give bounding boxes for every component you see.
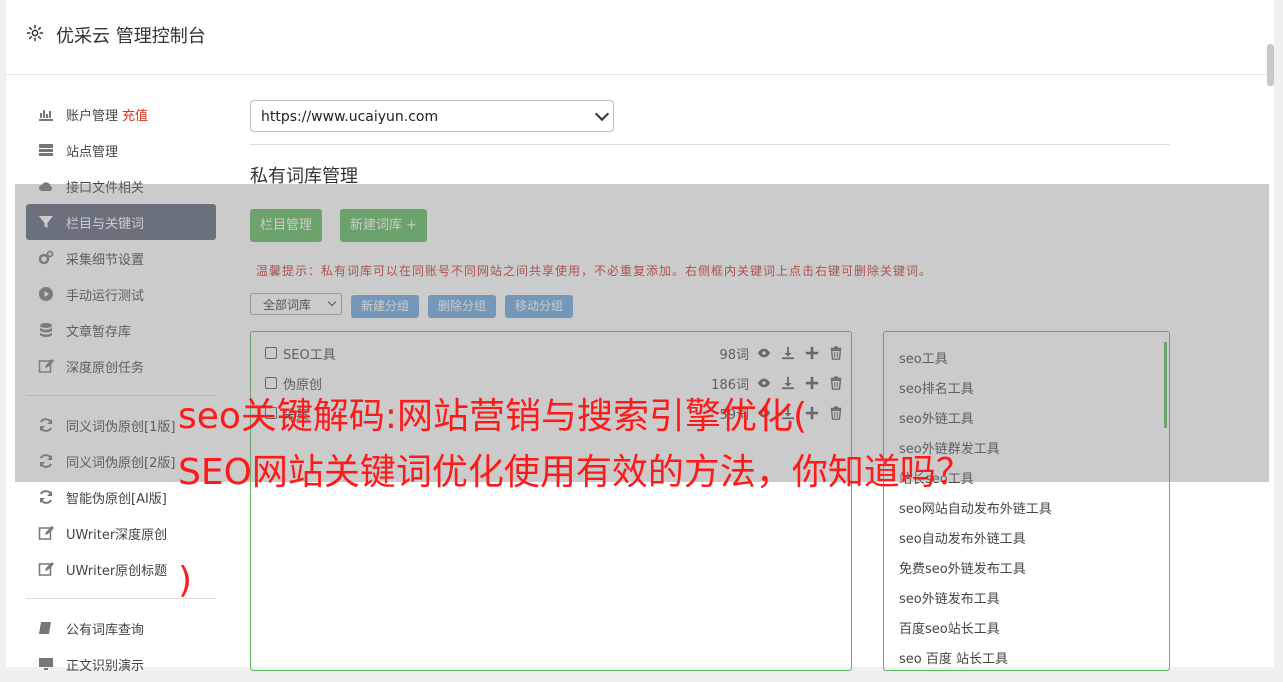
bar-chart-icon	[38, 106, 54, 122]
headline-line-3: )	[178, 560, 193, 601]
sidebar-item-label: 账户管理	[66, 108, 119, 124]
sidebar-item[interactable]: 账户管理 充值	[26, 96, 216, 132]
sidebar-item-label: 正文识别演示	[66, 658, 145, 674]
gear-icon	[26, 24, 44, 42]
keyword-item[interactable]: seo 百度 站长工具	[899, 648, 1008, 667]
recharge-link[interactable]: 充值	[122, 105, 148, 124]
headline-line-1: seo关键解码:网站营销与搜索引擎优化(	[178, 396, 808, 437]
divider	[250, 144, 1170, 145]
site-select-value: https://www.ucaiyun.com	[261, 109, 439, 125]
keyword-item[interactable]: seo自动发布外链工具	[899, 528, 1026, 547]
site-select[interactable]: https://www.ucaiyun.com	[250, 100, 614, 132]
refresh-icon	[38, 489, 54, 505]
chevron-down-icon	[594, 106, 610, 122]
edit-icon	[38, 561, 54, 577]
sidebar-item-label: UWriter原创标题	[66, 563, 168, 579]
sidebar-item-label: UWriter深度原创	[66, 527, 168, 543]
sidebar-item-label: 智能伪原创[AI版]	[66, 491, 167, 507]
keyword-item[interactable]: seo外链发布工具	[899, 588, 1000, 607]
edit-icon	[38, 525, 54, 541]
scrollbar-thumb[interactable]	[1267, 44, 1274, 86]
server-icon	[38, 142, 54, 158]
monitor-icon	[38, 656, 54, 672]
sidebar-item[interactable]: 公有词库查询	[26, 610, 216, 646]
keyword-item[interactable]: 百度seo站长工具	[899, 618, 1000, 637]
book-icon	[38, 620, 54, 636]
sidebar-item-label: 公有词库查询	[66, 622, 145, 638]
app-title: 优采云 管理控制台	[56, 26, 206, 47]
headline-line-2: SEO网站关键词优化使用有效的方法，你知道吗？	[178, 452, 972, 493]
sidebar-item-label: 站点管理	[66, 144, 119, 160]
sidebar-item[interactable]: 站点管理	[26, 132, 216, 168]
keyword-item[interactable]: 免费seo外链发布工具	[899, 558, 1026, 577]
sidebar-item[interactable]: 正文识别演示	[26, 646, 216, 682]
keyword-item[interactable]: seo网站自动发布外链工具	[899, 498, 1052, 517]
top-bar: 优采云 管理控制台	[6, 0, 1274, 75]
sidebar-item[interactable]: UWriter深度原创	[26, 515, 216, 551]
